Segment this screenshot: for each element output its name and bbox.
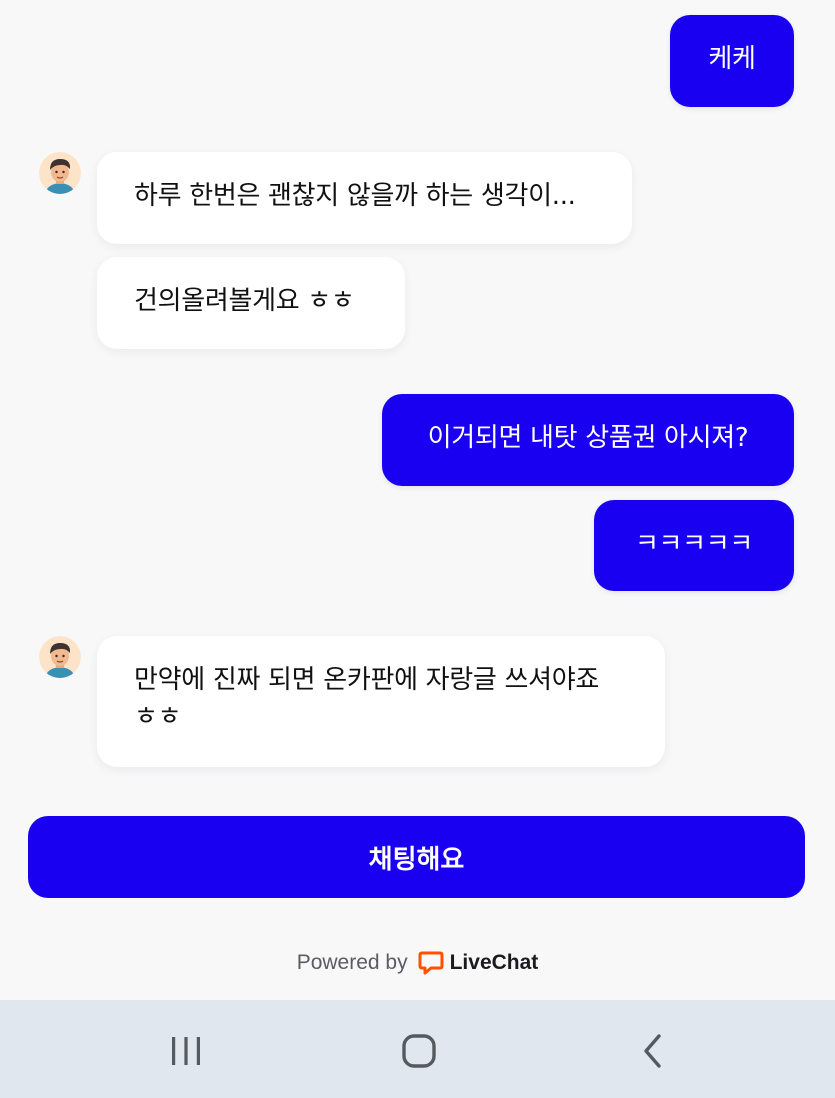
home-button[interactable] [389,1024,449,1078]
powered-by-footer[interactable]: Powered by LiveChat [0,945,835,981]
powered-by-label: Powered by [296,951,408,974]
user-message-bubble: 케케 [670,15,794,107]
livechat-logo-icon [418,950,444,976]
back-button[interactable] [623,1024,683,1078]
agent-message-bubble: 건의올려볼게요 ㅎㅎ [97,257,405,349]
agent-message-bubble: 하루 한번은 괜찮지 않을까 하는 생각이... [97,152,632,244]
agent-avatar [39,152,81,194]
livechat-brand: LiveChat [449,951,539,974]
agent-avatar-icon [39,152,81,194]
start-chat-button[interactable]: 채팅해요 [28,816,805,898]
back-icon [644,1034,661,1068]
agent-avatar-icon [39,636,81,678]
user-message-bubble: 이거되면 내탓 상품권 아시져? [382,394,794,486]
agent-avatar [39,636,81,678]
user-message-bubble: ㅋㅋㅋㅋㅋ [594,500,794,591]
home-icon [402,1034,436,1068]
agent-message-bubble: 만약에 진짜 되면 온카판에 자랑글 쓰셔야죠 ㅎㅎ [97,636,665,767]
recent-apps-icon [172,1037,200,1065]
recent-apps-button[interactable] [156,1024,216,1078]
system-navigation-bar [0,1000,835,1098]
